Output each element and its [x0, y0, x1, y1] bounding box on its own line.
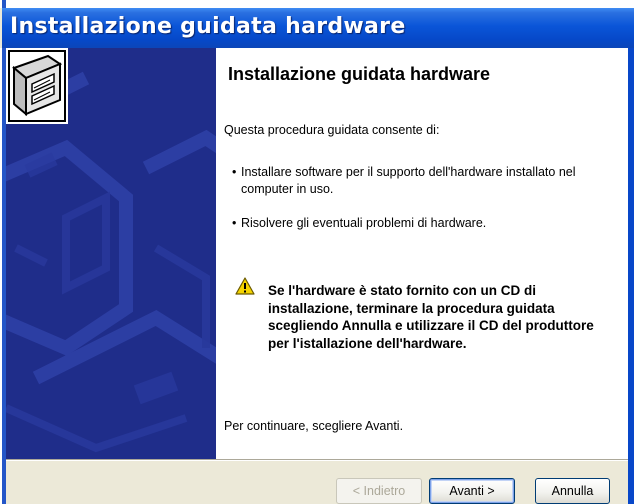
- wizard-side-panel: [6, 48, 216, 459]
- bullet-dot: •: [232, 165, 237, 179]
- bullet-item-install: • Installare software per il supporto de…: [232, 164, 617, 198]
- window-title: Installazione guidata hardware: [10, 14, 406, 39]
- continue-instruction: Per continuare, scegliere Avanti.: [224, 419, 404, 433]
- warning-icon: [235, 277, 255, 295]
- wizard-window: Installazione guidata hardware Installaz…: [0, 0, 634, 504]
- intro-text: Questa procedura guidata consente di:: [224, 123, 440, 137]
- wizard-heading: Installazione guidata hardware: [228, 64, 491, 84]
- bullet-text: Installare software per il supporto dell…: [241, 165, 576, 196]
- hardware-wizard-icon: [6, 48, 68, 124]
- next-button[interactable]: Avanti >: [429, 478, 515, 504]
- bullet-text: Risolvere gli eventuali problemi di hard…: [241, 216, 487, 230]
- button-area-divider: [6, 459, 628, 461]
- warning-message: Se l'hardware è stato fornito con un CD …: [268, 283, 594, 351]
- title-bar[interactable]: Installazione guidata hardware: [2, 8, 634, 48]
- window-frame-right: [628, 48, 634, 504]
- dialog-client-area: Installazione guidata hardware Questa pr…: [6, 48, 628, 504]
- cancel-button[interactable]: Annulla: [535, 478, 610, 504]
- top-strip: [0, 0, 634, 8]
- back-button[interactable]: < Indietro: [336, 478, 422, 504]
- bullet-item-troubleshoot: • Risolvere gli eventuali problemi di ha…: [232, 215, 617, 232]
- bullet-dot: •: [232, 216, 237, 230]
- wizard-content: Installazione guidata hardware Questa pr…: [216, 48, 628, 459]
